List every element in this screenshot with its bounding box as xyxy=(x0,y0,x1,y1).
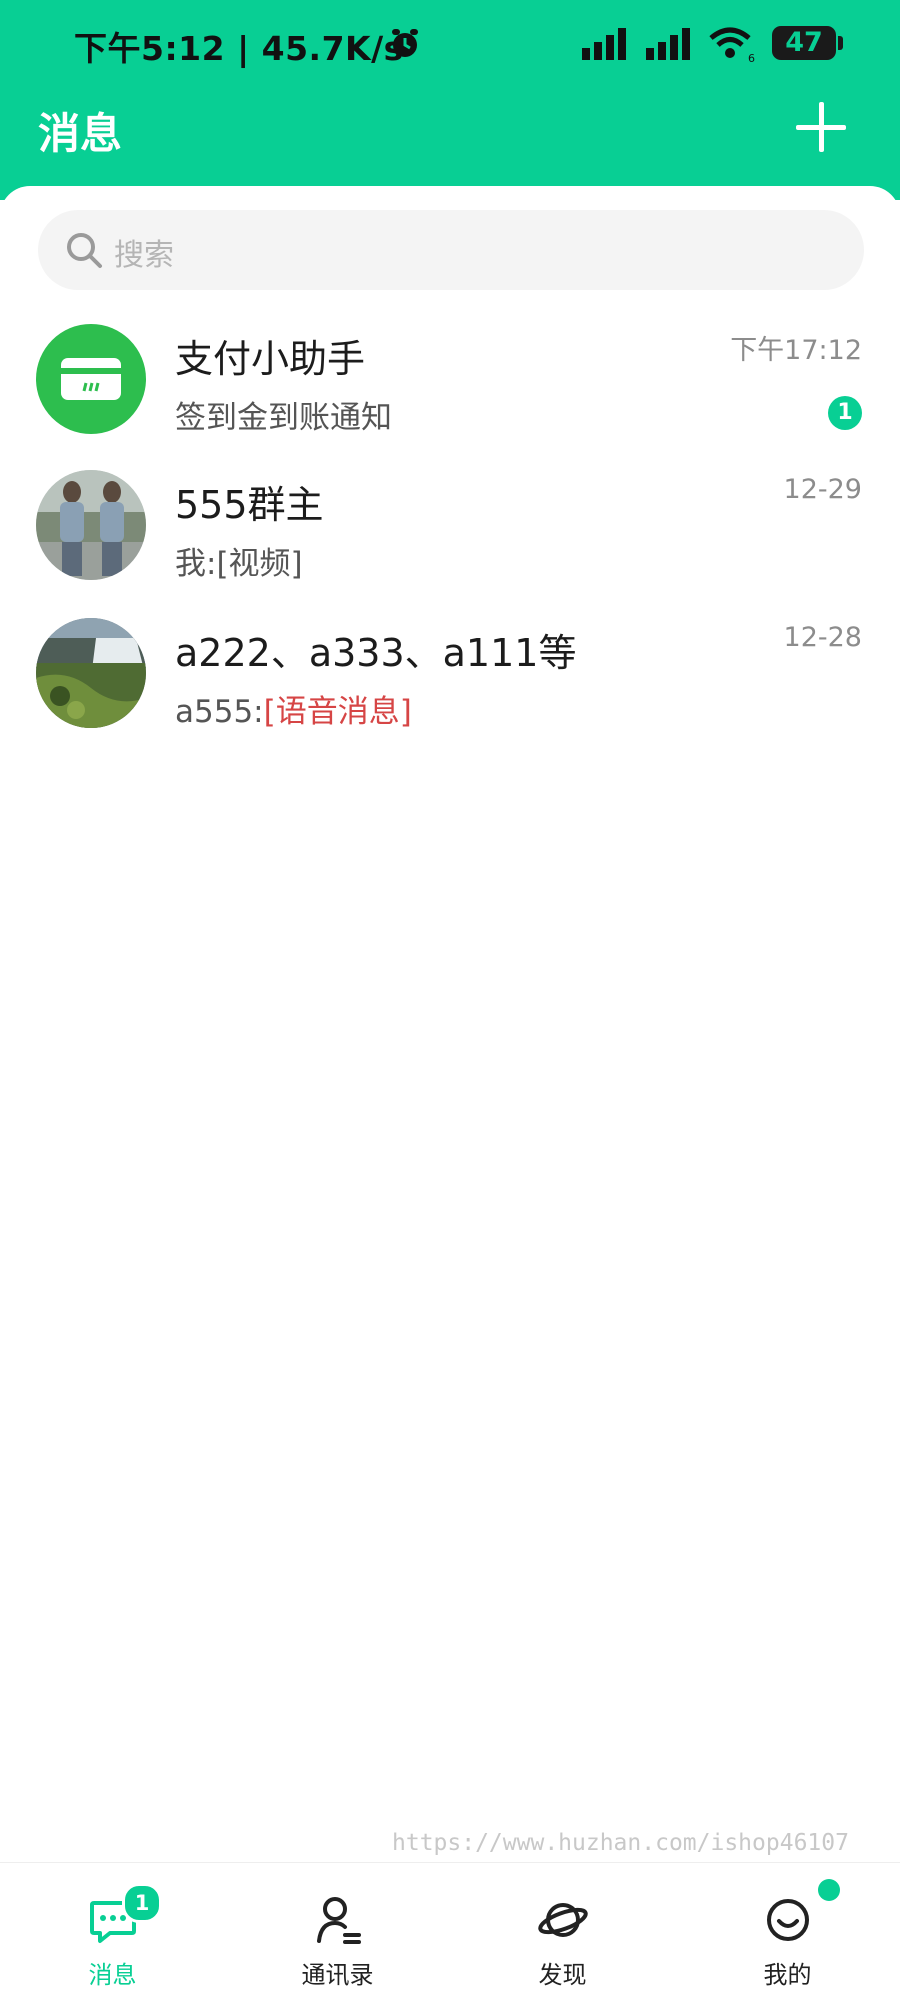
tab-contacts[interactable]: 通讯录 xyxy=(225,1863,450,2001)
chat-time: 12-29 xyxy=(783,474,862,505)
watermark: https://www.huzhan.com/ishop46107 xyxy=(392,1830,849,1856)
signal-icon-2 xyxy=(646,28,690,60)
tab-me[interactable]: 我的 xyxy=(675,1863,900,2001)
smile-face-icon xyxy=(767,1899,809,1941)
chat-time: 12-28 xyxy=(783,622,862,653)
search-placeholder: 搜索 xyxy=(114,238,174,273)
page-title: 消息 xyxy=(38,109,123,158)
chat-item-payment-assistant[interactable]: 支付小助手 签到金到账通知 下午17:12 1 xyxy=(0,324,900,469)
wifi-icon: 6 xyxy=(709,27,755,64)
tab-messages[interactable]: 1 消息 xyxy=(0,1863,225,2001)
chat-item-group-a222[interactable]: a222、a333、a111等 a555:[语音消息] 12-28 xyxy=(0,618,900,763)
chat-item-group-owner[interactable]: 555群主 我:[视频] 12-29 xyxy=(0,470,900,615)
chat-name: 555群主 xyxy=(175,483,324,527)
contacts-icon xyxy=(317,1897,361,1944)
chat-time: 下午17:12 xyxy=(730,335,862,366)
chat-name: 支付小助手 xyxy=(175,337,366,381)
battery-icon: 47 xyxy=(772,26,836,60)
chat-preview: 我:[视频] xyxy=(175,546,303,582)
photo-avatar-waterfall xyxy=(36,618,146,728)
wifi-label: 6 xyxy=(748,52,755,64)
tab-label: 发现 xyxy=(538,1961,587,1989)
tab-label: 我的 xyxy=(763,1961,812,1989)
plus-icon[interactable] xyxy=(796,102,846,152)
battery-tip xyxy=(838,36,843,50)
status-bar: 下午5:12 | 45.7K/s 6 47 xyxy=(0,0,900,90)
tab-discover[interactable]: 发现 xyxy=(450,1863,675,2001)
photo-avatar-people xyxy=(36,470,146,580)
voice-message-tag: [语音消息] xyxy=(263,694,412,730)
chat-preview: a555:[语音消息] xyxy=(175,686,412,731)
signal-icon xyxy=(582,28,626,60)
tab-unread-badge: 1 xyxy=(122,1883,162,1923)
tab-label: 消息 xyxy=(88,1961,137,1989)
notification-dot xyxy=(818,1879,840,1901)
chat-name: a222、a333、a111等 xyxy=(175,631,577,675)
search-input[interactable]: 搜索 xyxy=(38,210,864,290)
alarm-icon xyxy=(392,29,418,57)
preview-sender: a555: xyxy=(175,694,264,730)
bottom-tab-bar: 1 消息 通讯录 发现 我的 xyxy=(0,1862,900,2001)
payment-card-icon xyxy=(36,324,146,434)
status-time-speed: 下午5:12 | 45.7K/s xyxy=(74,29,404,68)
tab-label: 通讯录 xyxy=(301,1961,374,1989)
chat-preview: 签到金到账通知 xyxy=(175,400,392,436)
search-icon xyxy=(67,233,102,268)
unread-badge: 1 xyxy=(828,396,862,430)
planet-icon xyxy=(538,1903,588,1937)
